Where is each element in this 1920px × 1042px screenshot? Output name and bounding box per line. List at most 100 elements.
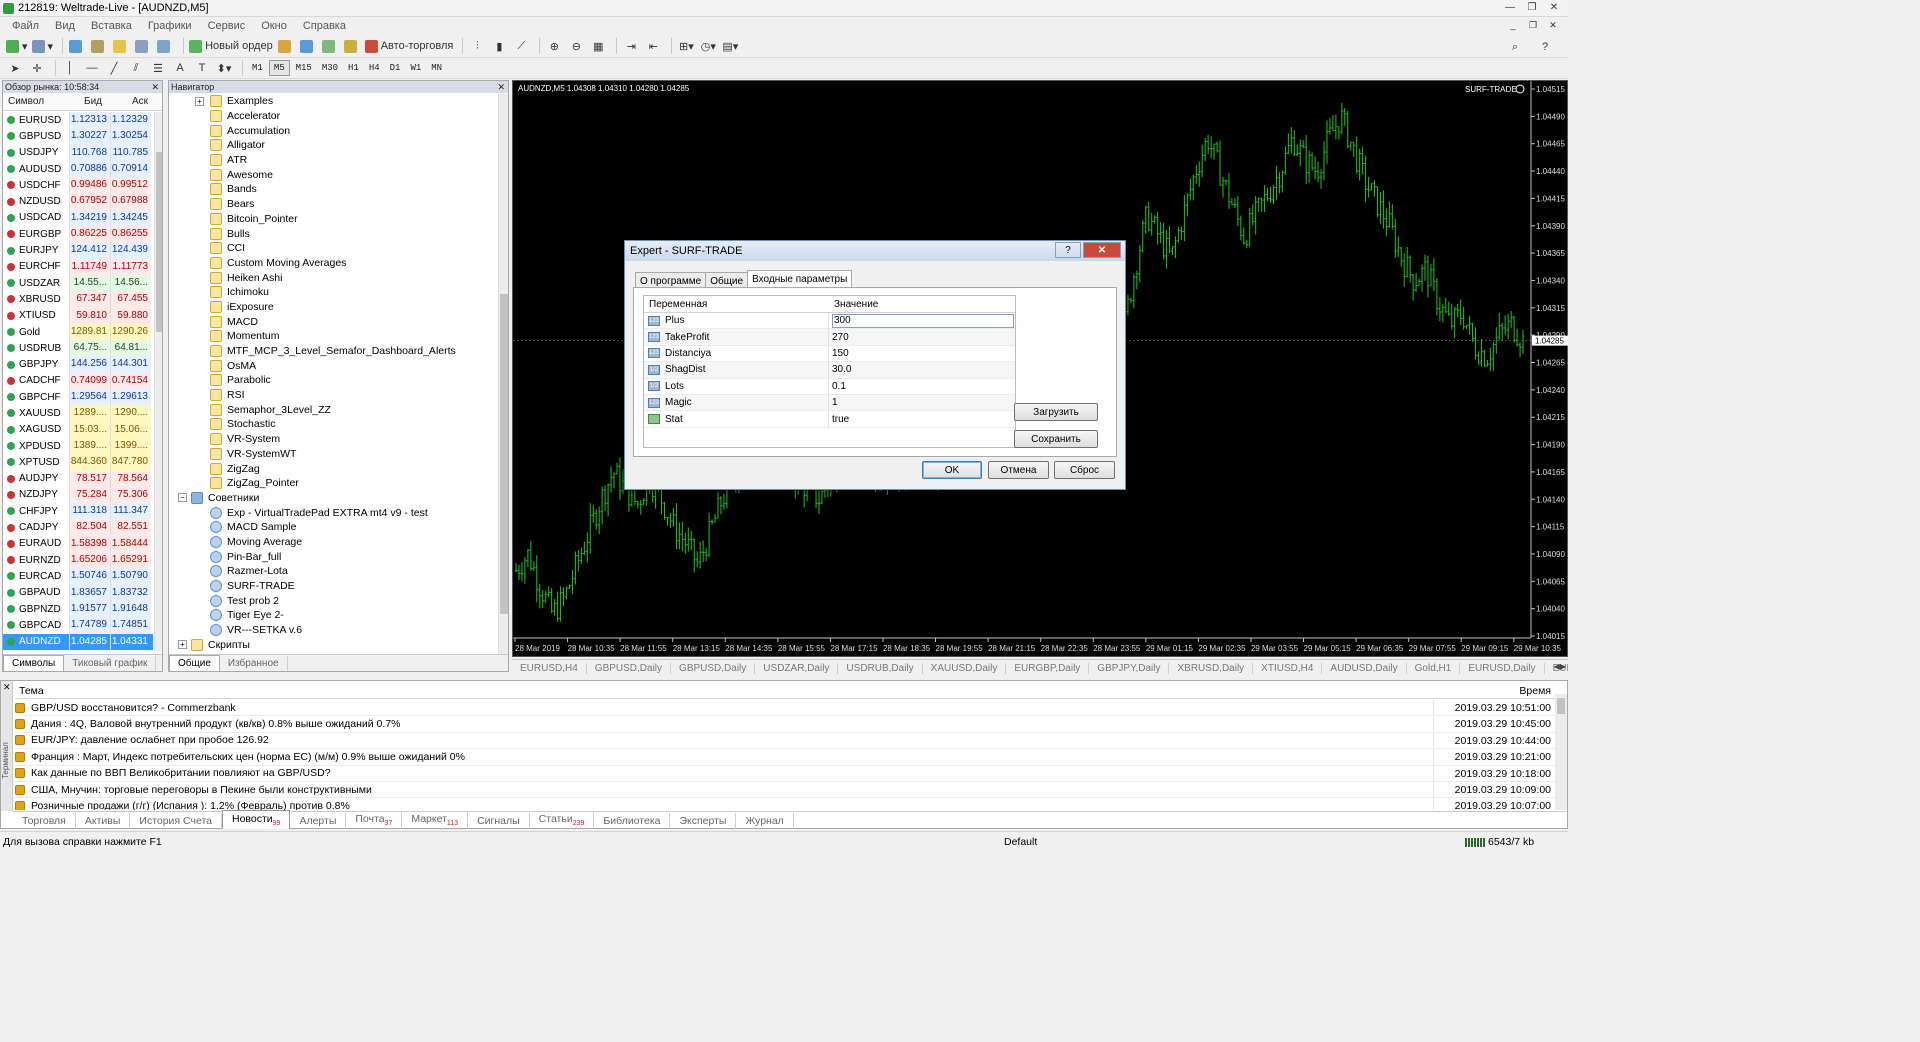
market-watch-close-icon[interactable]: ✕ (151, 81, 159, 93)
child-restore-icon[interactable]: ❐ (1524, 19, 1542, 32)
chart-tabs-scroll-icon[interactable]: ◀▶ (1554, 662, 1566, 671)
param-row[interactable]: 123 Distanciya 150 (644, 345, 1015, 363)
horizontal-line-icon[interactable]: ― (83, 59, 101, 77)
tab-favorites[interactable]: Избранное (220, 656, 288, 671)
tf-d1[interactable]: D1 (386, 60, 405, 76)
terminal-tab[interactable]: Библиотека (594, 813, 671, 829)
market-row[interactable]: EURUSD 1.12313 1.12329 (3, 112, 153, 129)
market-row[interactable]: EURCAD 1.50746 1.50790 (3, 568, 153, 585)
channel-icon[interactable]: ⫽ (127, 59, 145, 77)
nav-indicator[interactable]: Stochastic (169, 417, 499, 432)
param-row[interactable]: 1/2 ShagDist 30.0 (644, 362, 1015, 379)
expand-icon[interactable]: + (178, 640, 187, 650)
chart-tab[interactable]: EURUSD,H4 (512, 663, 587, 674)
nav-indicator[interactable]: Bands (169, 182, 499, 197)
terminal-close-icon[interactable]: ✕ (3, 682, 11, 693)
text-label-icon[interactable]: T (193, 59, 211, 77)
navigator-icon[interactable] (112, 37, 130, 55)
market-row[interactable]: CADCHF 0.74099 0.74154 (3, 372, 153, 390)
nav-expert[interactable]: MACD Sample (169, 520, 499, 535)
candles-icon[interactable]: ▮ (490, 37, 508, 55)
terminal-tab[interactable]: Статьи239 (530, 810, 595, 829)
terminal-icon[interactable] (134, 37, 152, 55)
zoom-in-icon[interactable]: ⊕ (545, 37, 563, 55)
menu-help[interactable]: Справка (295, 20, 354, 32)
chart-tab[interactable]: XTIUSD,H4 (1253, 663, 1323, 674)
market-row[interactable]: GBPJPY 144.256 144.301 (3, 356, 153, 373)
tf-m15[interactable]: M15 (292, 60, 316, 76)
nav-indicator[interactable]: iExposure (169, 300, 499, 315)
nav-indicator[interactable]: MTF_MCP_3_Level_Semafor_Dashboard_Alerts (169, 344, 499, 359)
market-row[interactable]: NZDUSD 0.67952 0.67988 (3, 193, 153, 210)
nav-indicator[interactable]: ZigZag (169, 461, 499, 476)
market-row[interactable]: EURJPY 124.412 124.439 (3, 242, 153, 259)
market-row[interactable]: AUDJPY 78.517 78.564 (3, 470, 153, 487)
tab-symbols[interactable]: Символы (3, 655, 65, 671)
terminal-tab[interactable]: Сигналы (468, 813, 530, 829)
col-subject[interactable]: Тема (19, 685, 44, 697)
param-row[interactable]: 123 TakeProfit 270 (644, 329, 1015, 346)
market-row[interactable]: XTIUSD 59.810 59.880 (3, 307, 153, 324)
maximize-icon[interactable]: ❐ (1522, 1, 1542, 15)
menu-tools[interactable]: Сервис (200, 20, 254, 32)
navigator-close-icon[interactable]: ✕ (497, 81, 505, 93)
nav-expert[interactable]: Razmer-Lota (169, 564, 499, 579)
terminal-tab[interactable]: Новости99 (221, 809, 291, 829)
param-value[interactable]: 0.1 (829, 381, 1015, 392)
market-row[interactable]: XAUUSD 1289.... 1290.... (3, 405, 153, 422)
line-chart-icon[interactable]: ⟋ (512, 37, 530, 55)
nav-expert[interactable]: Moving Average (169, 535, 499, 550)
param-value[interactable]: true (829, 414, 1015, 425)
market-watch-scrollbar[interactable] (154, 112, 162, 651)
menu-window[interactable]: Окно (253, 20, 295, 32)
market-row[interactable]: USDCAD 1.34219 1.34245 (3, 209, 153, 227)
text-icon[interactable]: A (171, 59, 189, 77)
load-button[interactable]: Загрузить (1014, 403, 1098, 421)
terminal-tab[interactable]: Почта37 (346, 810, 403, 829)
news-scrollbar[interactable] (1555, 694, 1567, 810)
navigator-scrollbar[interactable] (498, 94, 508, 654)
signals-icon[interactable] (299, 37, 317, 55)
tf-h4[interactable]: H4 (365, 60, 384, 76)
param-value[interactable]: 30.0 (829, 364, 1015, 375)
nav-indicator[interactable]: RSI (169, 388, 499, 403)
nav-indicator[interactable]: Accelerator (169, 109, 499, 124)
market-row[interactable]: USDCHF 0.99486 0.99512 (3, 177, 153, 194)
community-icon[interactable] (321, 37, 339, 55)
vertical-line-icon[interactable]: │ (61, 59, 79, 77)
menu-insert[interactable]: Вставка (83, 20, 140, 32)
tf-m5[interactable]: M5 (268, 60, 290, 76)
nav-indicator[interactable]: MACD (169, 314, 499, 329)
nav-expert[interactable]: SURF-TRADE (169, 579, 499, 594)
chart-tab[interactable]: EURGBP,Daily (1006, 663, 1090, 674)
collapse-icon[interactable]: − (178, 493, 187, 503)
cursor-icon[interactable]: ➤ (6, 59, 24, 77)
market-watch-icon[interactable] (68, 37, 86, 55)
menu-view[interactable]: Вид (47, 20, 83, 32)
market-row[interactable]: EURAUD 1.58398 1.58444 (3, 535, 153, 553)
trendline-icon[interactable]: ╱ (105, 59, 123, 77)
close-icon[interactable]: ✕ (1544, 1, 1564, 15)
nav-indicator[interactable]: CCI (169, 241, 499, 256)
news-row[interactable]: EUR/JPY: давление ослабнет при пробое 12… (15, 732, 1555, 750)
nav-indicator[interactable]: Ichimoku (169, 285, 499, 300)
nav-group-scripts[interactable]: + Скрипты (169, 637, 499, 652)
chart-tab[interactable]: USDRUB,Daily (838, 663, 923, 674)
news-row[interactable]: Дания : 4Q, Валовой внутренний продукт (… (15, 716, 1555, 733)
indicators-icon[interactable]: ⊞▾ (677, 37, 695, 55)
reset-button[interactable]: Сброс (1054, 461, 1115, 479)
templates-icon[interactable]: ▤▾ (721, 37, 739, 55)
fibonacci-icon[interactable]: ☰ (149, 59, 167, 77)
market-row[interactable]: XPDUSD 1389.... 1399.... (3, 437, 153, 455)
tester-icon[interactable] (156, 37, 174, 55)
save-button[interactable]: Сохранить (1014, 430, 1098, 448)
menu-file[interactable]: Файл (4, 20, 47, 32)
nav-indicator[interactable]: Heiken Ashi (169, 270, 499, 285)
nav-indicator[interactable]: Semaphor_3Level_ZZ (169, 402, 499, 417)
news-row[interactable]: США, Мнучин: торговые переговоры в Пекин… (15, 781, 1555, 799)
tab-common[interactable]: Общие (169, 655, 220, 671)
chart-tab[interactable]: GBPJPY,Daily (1089, 663, 1170, 674)
terminal-tab[interactable]: Алерты (290, 813, 347, 829)
nav-expert[interactable]: Exp - VirtualTradePad EXTRA mt4 v9 - tes… (169, 505, 499, 520)
nav-indicator[interactable]: Custom Moving Averages (169, 256, 499, 271)
